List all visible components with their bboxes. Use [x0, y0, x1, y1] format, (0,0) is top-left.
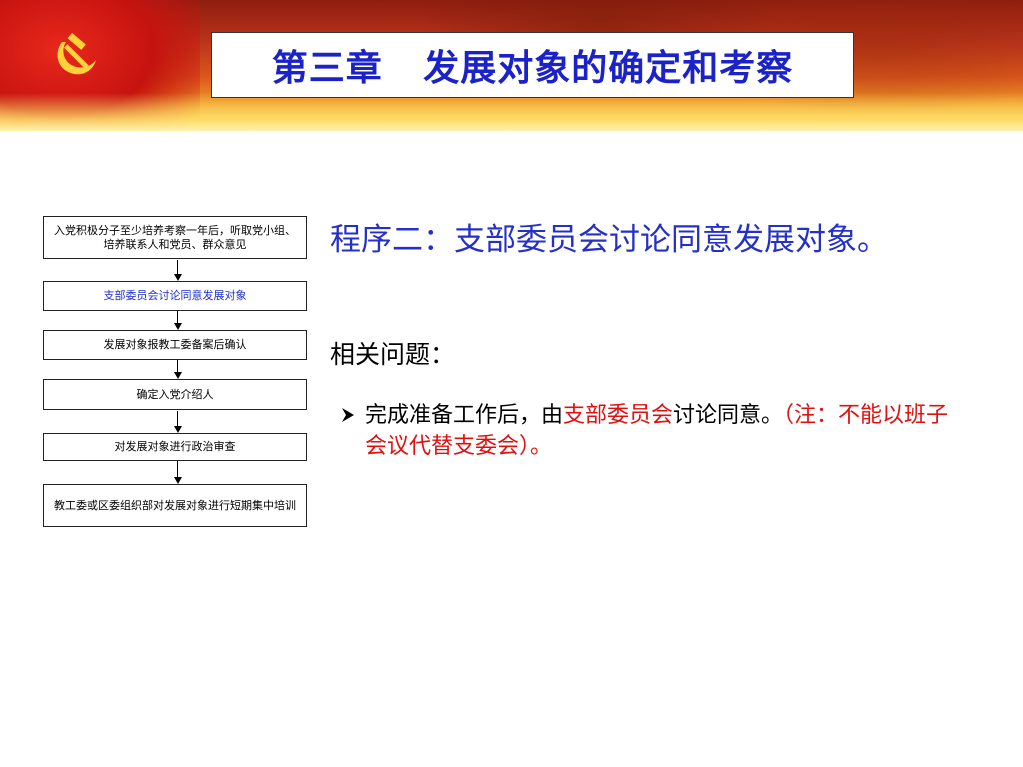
arrow-bullet-icon	[342, 408, 354, 422]
flow-step-4: 确定入党介绍人	[43, 379, 307, 410]
page-title-box: 第三章 发展对象的确定和考察	[211, 32, 854, 98]
bullet-text-part1: 完成准备工作后，由	[365, 403, 564, 428]
bullet-text-committee: 支部委员会	[563, 403, 674, 428]
page-title: 第三章 发展对象的确定和考察	[271, 48, 794, 89]
bullet-text: 完成准备工作后，由支部委员会讨论同意。（注：不能以班子会议代替支委会）。	[365, 400, 965, 462]
flow-step-3: 发展对象报教工委备案后确认	[43, 330, 307, 360]
arrow-down-icon	[174, 311, 182, 330]
flow-step-1: 入党积极分子至少培养考察一年后，听取党小组、培养联系人和党员、群众意见	[43, 216, 307, 259]
flow-step-6: 教工委或区委组织部对发展对象进行短期集中培训	[43, 484, 307, 527]
arrow-down-icon	[174, 260, 182, 281]
banner-glow	[0, 93, 1023, 131]
step-title: 程序二：支部委员会讨论同意发展对象。	[330, 222, 888, 258]
arrow-down-icon	[174, 461, 182, 484]
related-questions-label: 相关问题：	[330, 340, 456, 369]
arrow-down-icon	[174, 360, 182, 379]
bullet-text-part3: 讨论同意。	[673, 403, 784, 428]
bullet-item: 完成准备工作后，由支部委员会讨论同意。（注：不能以班子会议代替支委会）。	[333, 400, 973, 462]
flow-step-2: 支部委员会讨论同意发展对象	[43, 281, 307, 311]
hammer-sickle-icon	[57, 32, 96, 75]
arrow-down-icon	[174, 411, 182, 433]
flow-step-5: 对发展对象进行政治审查	[43, 433, 307, 461]
